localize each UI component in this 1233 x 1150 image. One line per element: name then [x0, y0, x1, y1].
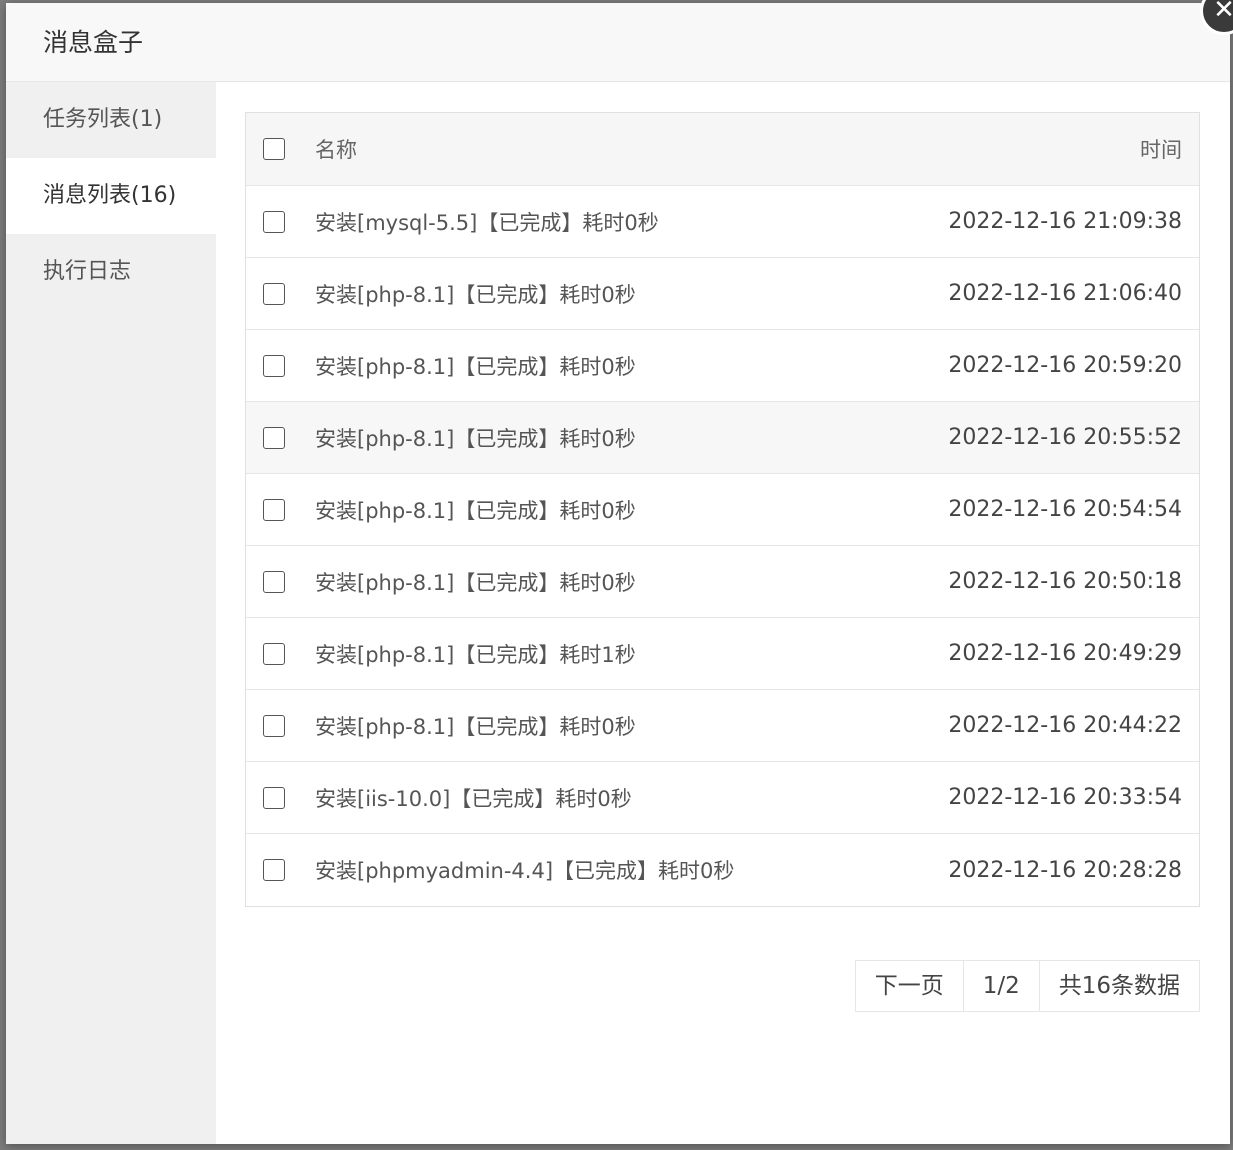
row-name: 安装[php-8.1]【已完成】耗时1秒 [315, 642, 636, 667]
row-name: 安装[php-8.1]【已完成】耗时0秒 [315, 426, 636, 451]
message-table: 名称 时间 安装[mysql-5.5]【已完成】耗时0秒 2022-12-16 … [245, 112, 1200, 907]
row-time: 2022-12-16 20:44:22 [948, 713, 1182, 738]
row-time: 2022-12-16 20:55:52 [948, 425, 1182, 450]
row-checkbox[interactable] [263, 426, 285, 449]
table-row: 安装[phpmyadmin-4.4]【已完成】耗时0秒 2022-12-16 2… [246, 834, 1199, 906]
row-checkbox[interactable] [263, 714, 285, 737]
table-row: 安装[php-8.1]【已完成】耗时0秒 2022-12-16 20:55:52 [246, 402, 1199, 474]
dialog-header: 消息盒子 [6, 3, 1230, 82]
column-header-time: 时间 [1140, 138, 1182, 162]
sidebar-item-task-list[interactable]: 任务列表(1) [6, 82, 216, 158]
column-header-name: 名称 [315, 138, 357, 162]
row-checkbox[interactable] [263, 859, 285, 881]
message-list-panel: 名称 时间 安装[mysql-5.5]【已完成】耗时0秒 2022-12-16 … [245, 112, 1200, 1012]
row-time: 2022-12-16 20:54:54 [948, 497, 1182, 522]
select-all-checkbox[interactable] [263, 138, 285, 160]
row-time: 2022-12-16 20:28:28 [948, 857, 1182, 883]
table-row: 安装[iis-10.0]【已完成】耗时0秒 2022-12-16 20:33:5… [246, 762, 1199, 834]
dialog-title: 消息盒子 [43, 28, 144, 57]
row-time: 2022-12-16 20:33:54 [948, 785, 1182, 810]
table-header-row: 名称 时间 [246, 113, 1199, 186]
table-row: 安装[php-8.1]【已完成】耗时0秒 2022-12-16 21:06:40 [246, 258, 1199, 330]
row-time: 2022-12-16 20:59:20 [948, 353, 1182, 378]
pagination: 下一页 1/2 共16条数据 [854, 960, 1200, 1012]
page-indicator: 1/2 [962, 961, 1039, 1011]
row-time: 2022-12-16 20:49:29 [948, 641, 1182, 666]
row-name: 安装[php-8.1]【已完成】耗时0秒 [315, 354, 636, 379]
row-time: 2022-12-16 21:09:38 [948, 209, 1182, 234]
sidebar-item-execution-log[interactable]: 执行日志 [6, 234, 216, 310]
row-checkbox[interactable] [263, 282, 285, 305]
row-name: 安装[php-8.1]【已完成】耗时0秒 [315, 282, 636, 307]
row-name: 安装[mysql-5.5]【已完成】耗时0秒 [315, 210, 659, 235]
row-name: 安装[php-8.1]【已完成】耗时0秒 [315, 570, 636, 595]
row-time: 2022-12-16 20:50:18 [948, 569, 1182, 594]
table-row: 安装[php-8.1]【已完成】耗时0秒 2022-12-16 20:54:54 [246, 474, 1199, 546]
next-page-button[interactable]: 下一页 [856, 961, 963, 1011]
table-row: 安装[mysql-5.5]【已完成】耗时0秒 2022-12-16 21:09:… [246, 186, 1199, 258]
row-checkbox[interactable] [263, 354, 285, 377]
table-row: 安装[php-8.1]【已完成】耗时0秒 2022-12-16 20:59:20 [246, 330, 1199, 402]
row-checkbox[interactable] [263, 642, 285, 665]
total-count: 共16条数据 [1038, 961, 1199, 1011]
row-name: 安装[phpmyadmin-4.4]【已完成】耗时0秒 [315, 859, 735, 883]
message-box-dialog: 消息盒子 任务列表(1) 消息列表(16) 执行日志 名称 时间 安装[mysq… [6, 3, 1230, 1144]
row-name: 安装[php-8.1]【已完成】耗时0秒 [315, 714, 636, 739]
row-name: 安装[iis-10.0]【已完成】耗时0秒 [315, 786, 632, 811]
table-row: 安装[php-8.1]【已完成】耗时0秒 2022-12-16 20:50:18 [246, 546, 1199, 618]
row-time: 2022-12-16 21:06:40 [948, 281, 1182, 306]
row-checkbox[interactable] [263, 498, 285, 521]
dialog-sidebar: 任务列表(1) 消息列表(16) 执行日志 [6, 82, 216, 1144]
row-checkbox[interactable] [263, 570, 285, 593]
table-row: 安装[php-8.1]【已完成】耗时0秒 2022-12-16 20:44:22 [246, 690, 1199, 762]
row-checkbox[interactable] [263, 786, 285, 809]
row-name: 安装[php-8.1]【已完成】耗时0秒 [315, 498, 636, 523]
sidebar-item-message-list[interactable]: 消息列表(16) [6, 158, 216, 234]
table-row: 安装[php-8.1]【已完成】耗时1秒 2022-12-16 20:49:29 [246, 618, 1199, 690]
row-checkbox[interactable] [263, 210, 285, 233]
